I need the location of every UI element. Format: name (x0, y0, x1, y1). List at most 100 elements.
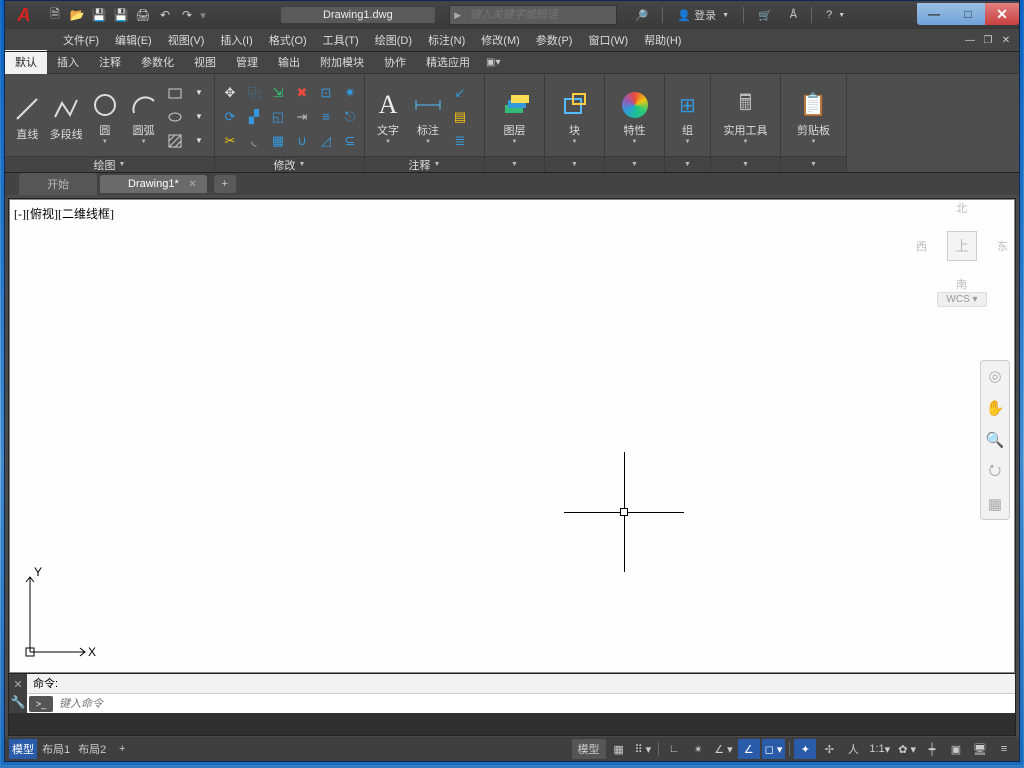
status-dynamic-input-icon[interactable]: ✦ (794, 739, 816, 759)
btn-scale-icon[interactable]: ◱ (267, 106, 289, 128)
nav-showmotion-icon[interactable]: ▦ (984, 493, 1006, 515)
menu-tools[interactable]: 工具(T) (315, 29, 367, 51)
menu-dimension[interactable]: 标注(N) (420, 29, 473, 51)
menu-help[interactable]: 帮助(H) (636, 29, 689, 51)
ribbontab-output[interactable]: 输出 (268, 50, 310, 74)
ribbontab-addins[interactable]: 附加模块 (310, 50, 374, 74)
file-tab-drawing1[interactable]: Drawing1*✕ (100, 175, 207, 193)
qat-dropdown-icon[interactable]: ▾ (199, 9, 207, 22)
viewcube-north[interactable]: 北 (956, 200, 967, 216)
qat-redo-icon[interactable]: ↷ (177, 5, 197, 25)
cart-icon[interactable]: 🛒 (754, 5, 776, 25)
btn-properties[interactable]: 特性▼ (616, 88, 654, 145)
btn-move-icon[interactable]: ✥ (219, 82, 241, 104)
ribbontab-parametric[interactable]: 参数化 (131, 50, 184, 74)
ribbontab-annotate[interactable]: 注释 (89, 50, 131, 74)
ribbontab-default[interactable]: 默认 (5, 50, 47, 74)
panel-layers-title[interactable]: ▼ (485, 156, 544, 172)
help-button[interactable]: ?▼ (822, 5, 849, 25)
btn-leader-icon[interactable]: ↙ (449, 82, 471, 104)
btn-line[interactable]: 直线 (9, 92, 46, 142)
btn-array-icon[interactable]: ▦ (267, 130, 289, 152)
menu-insert[interactable]: 插入(I) (212, 29, 260, 51)
status-workspace-icon[interactable]: ✿ ▾ (895, 739, 919, 759)
mdi-close-icon[interactable]: ✕ (999, 35, 1013, 46)
btn-stretch-icon[interactable]: ⇲ (267, 82, 289, 104)
menu-parametric[interactable]: 参数(P) (528, 29, 581, 51)
viewcube-wcs-dropdown[interactable]: WCS ▾ (937, 292, 986, 307)
status-snapmode-icon[interactable]: ⠿ ▾ (632, 739, 655, 759)
ribbontab-featured[interactable]: 精选应用 (416, 50, 480, 74)
btn-group[interactable]: ⊞组▼ (671, 88, 705, 145)
nav-orbit-icon[interactable]: ⭮ (984, 461, 1006, 483)
btn-rotate-icon[interactable]: ⟳ (219, 106, 241, 128)
qat-saveas-icon[interactable]: 💾 (111, 5, 131, 25)
ribbontab-insert[interactable]: 插入 (47, 50, 89, 74)
panel-annot-title[interactable]: 注释▼ (365, 156, 484, 172)
status-transparency-icon[interactable]: 人 (842, 739, 864, 759)
ribbontab-view[interactable]: 视图 (184, 50, 226, 74)
btn-block-insert[interactable]: 块▼ (556, 88, 594, 145)
signin-button[interactable]: 👤登录▼ (673, 5, 733, 25)
viewcube-south[interactable]: 南 (956, 276, 967, 292)
panel-modify-title[interactable]: 修改▼ (215, 156, 364, 172)
file-tab-close-icon[interactable]: ✕ (188, 179, 196, 190)
btn-break-icon[interactable]: ⎋ (339, 106, 361, 128)
btn-table-icon[interactable]: ▤ (449, 106, 471, 128)
panel-utils-title[interactable]: ▼ (711, 156, 780, 172)
btn-join-icon[interactable]: ∪ (291, 130, 313, 152)
status-isolate-icon[interactable]: ▣ (945, 739, 967, 759)
btn-trim-icon[interactable]: ✂ (219, 130, 241, 152)
search-binoculars-icon[interactable]: 🔎 (631, 5, 653, 25)
command-line[interactable]: ✕🔧 命令: >_ (9, 673, 1015, 713)
viewport-label[interactable]: [-][俯视][二维线框] (14, 205, 114, 222)
search-input[interactable] (466, 9, 616, 21)
status-isodraft-icon[interactable]: ∠ ▾ (711, 739, 735, 759)
btn-mtext-icon[interactable]: ≣ (449, 130, 471, 152)
layouttab-add[interactable]: + (111, 739, 133, 759)
btn-fillet-icon[interactable]: ◟ (243, 130, 265, 152)
minimize-button[interactable]: — (917, 3, 951, 25)
mdi-minimize-icon[interactable]: — (963, 35, 977, 46)
ribbontab-collab[interactable]: 协作 (374, 50, 416, 74)
status-cleanscreen-icon[interactable]: ≡ (993, 739, 1015, 759)
status-lineweight-icon[interactable]: ✢ (818, 739, 840, 759)
draw-dd1-icon[interactable]: ▼ (188, 82, 210, 104)
draw-dd3-icon[interactable]: ▼ (188, 130, 210, 152)
status-ortho-icon[interactable]: ∟ (663, 739, 685, 759)
menu-edit[interactable]: 编辑(E) (107, 29, 160, 51)
menu-modify[interactable]: 修改(M) (473, 29, 528, 51)
panel-draw-title[interactable]: 绘图▼ (5, 156, 214, 172)
btn-hatch-icon[interactable] (164, 130, 186, 152)
btn-offset-icon[interactable]: ⊡ (315, 82, 337, 104)
layouttab-model[interactable]: 模型 (9, 739, 37, 759)
btn-text[interactable]: A文字▼ (369, 88, 407, 145)
status-otrack-icon[interactable]: ◻ ▾ (762, 739, 786, 759)
btn-circle[interactable]: 圆▼ (87, 88, 124, 145)
qat-print-icon[interactable]: 🖨 (133, 5, 153, 25)
cmd-close-icon[interactable]: ✕ (13, 678, 22, 691)
cmd-customize-icon[interactable]: 🔧 (11, 695, 26, 709)
infocenter-search[interactable]: ▶ (449, 5, 617, 25)
layouttab-layout1[interactable]: 布局1 (39, 739, 73, 759)
viewcube[interactable]: 北 南 西 东 上 WCS ▾ (916, 206, 1008, 307)
btn-rectangle-icon[interactable] (164, 82, 186, 104)
btn-layer-properties[interactable]: 图层▼ (496, 88, 534, 145)
menu-view[interactable]: 视图(V) (160, 29, 213, 51)
btn-extend-icon[interactable]: ⇥ (291, 106, 313, 128)
application-menu-button[interactable]: A (9, 3, 37, 27)
btn-copy-icon[interactable]: ⿻ (243, 82, 265, 104)
exchange-apps-icon[interactable]: Å (786, 5, 801, 25)
ucs-icon[interactable]: X Y (20, 562, 100, 662)
status-grid-icon[interactable]: ▦ (608, 739, 630, 759)
menu-file[interactable]: 文件(F) (55, 29, 107, 51)
cmd-palette-handle[interactable]: ✕🔧 (9, 674, 27, 713)
draw-dd2-icon[interactable]: ▼ (188, 106, 210, 128)
layouttab-layout2[interactable]: 布局2 (75, 739, 109, 759)
panel-block-title[interactable]: ▼ (545, 156, 604, 172)
qat-new-icon[interactable]: 🗎 (45, 5, 65, 25)
viewcube-west[interactable]: 西 (916, 238, 927, 254)
status-modelspace[interactable]: 模型 (572, 739, 606, 759)
menu-draw[interactable]: 绘图(D) (367, 29, 420, 51)
cmd-input[interactable] (53, 698, 1015, 710)
